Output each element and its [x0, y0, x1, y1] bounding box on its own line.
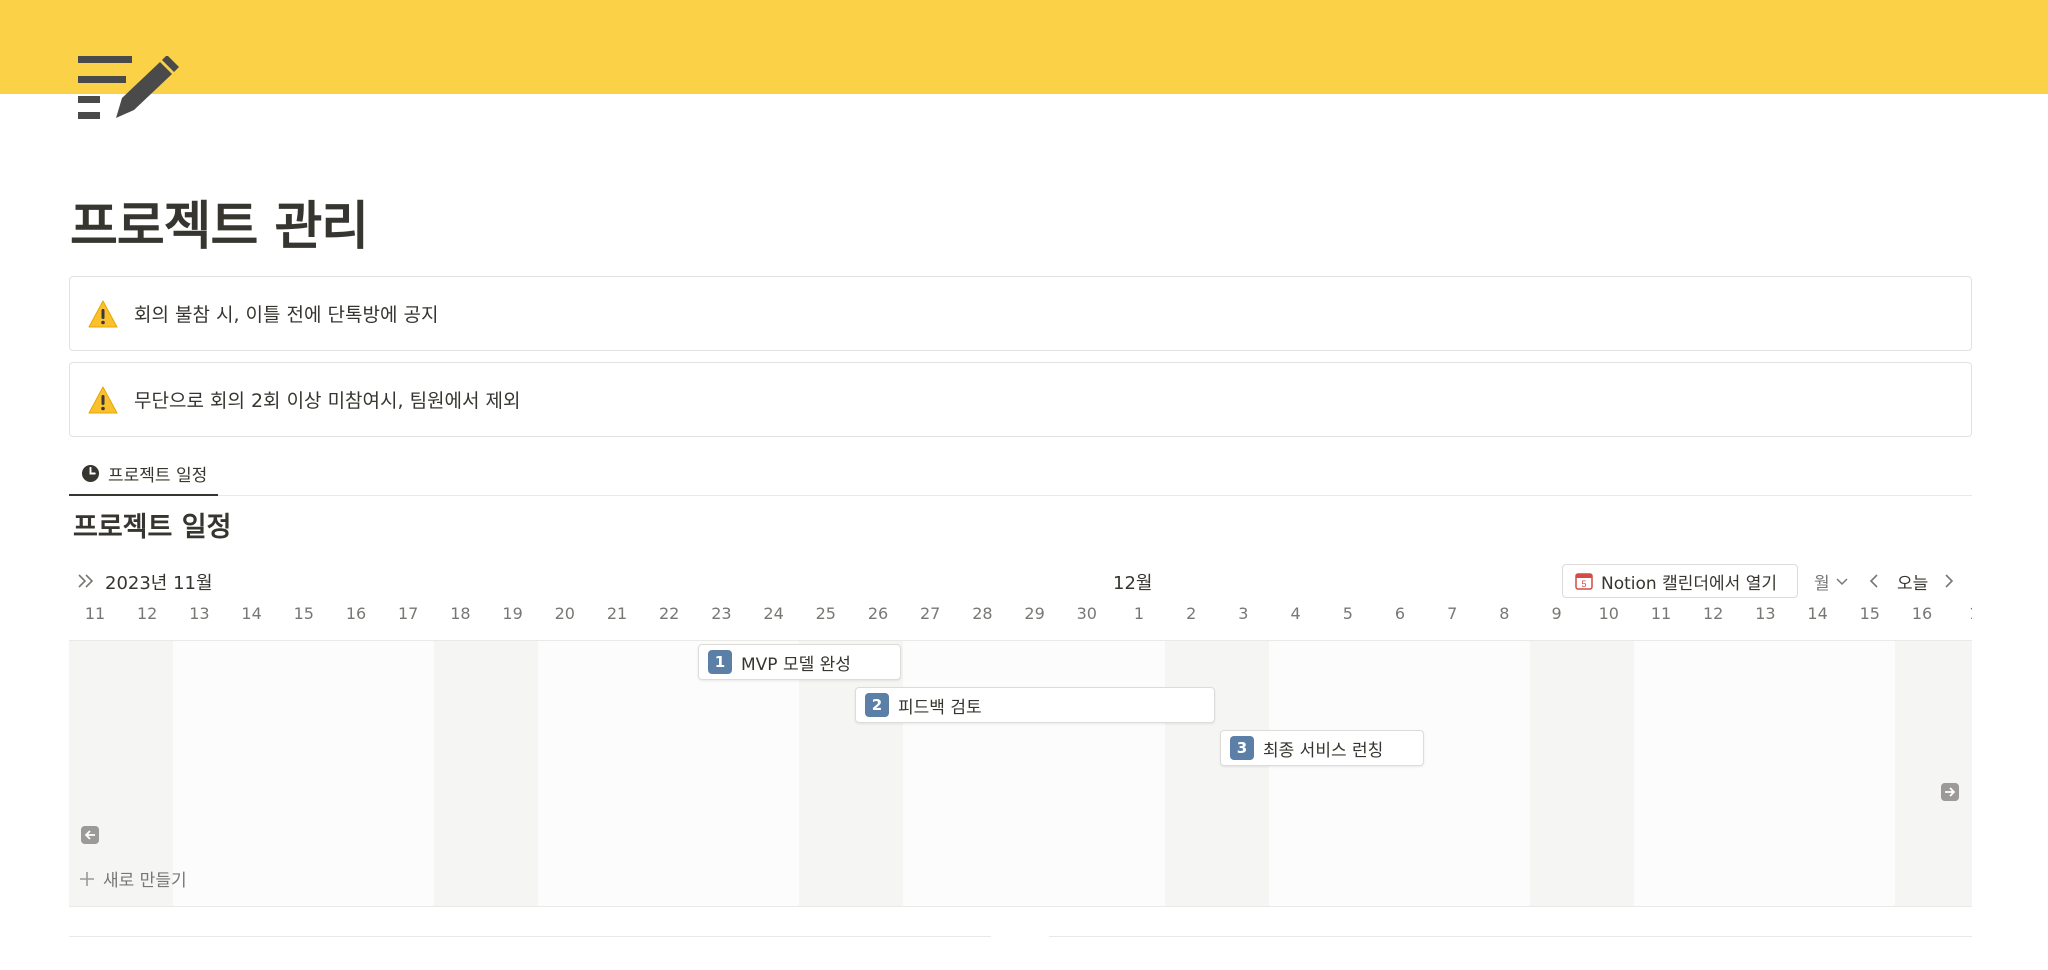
view-scale-select[interactable]: 월 [1814, 569, 1848, 594]
arrow-right-icon[interactable] [1941, 783, 1959, 801]
day-label: 13 [1755, 604, 1776, 623]
callout-text: 무단으로 회의 2회 이상 미참여시, 팀원에서 제외 [134, 390, 521, 412]
day-label: 19 [502, 604, 523, 623]
callout-text: 회의 불참 시, 이틀 전에 단톡방에 공지 [134, 304, 439, 326]
weekend-column [799, 641, 903, 906]
day-label: 1 [1133, 604, 1145, 623]
callout-notice-removal[interactable]: 무단으로 회의 2회 이상 미참여시, 팀원에서 제외 [69, 362, 1972, 437]
notepad-pencil-icon[interactable] [76, 56, 180, 128]
page-cover [0, 0, 2048, 94]
day-label: 28 [972, 604, 993, 623]
day-label: 2 [1186, 604, 1197, 623]
number-two-icon: 2 [865, 693, 889, 717]
day-label: 26 [867, 604, 889, 623]
calendar-icon: 5 [1575, 573, 1593, 590]
weekend-column [434, 641, 538, 906]
item-label: 최종 서비스 런칭 [1263, 740, 1384, 761]
item-label: MVP 모델 완성 [741, 654, 851, 675]
day-label: 23 [711, 604, 732, 623]
month-label-mid: 12월 [1113, 573, 1153, 594]
day-label: 15 [1859, 604, 1880, 623]
arrow-left-icon[interactable] [81, 826, 99, 844]
chevron-right-icon[interactable] [1943, 573, 1955, 589]
divider [69, 936, 991, 937]
day-label: 29 [1024, 604, 1045, 623]
timeline-header: 2023년 11월 12월 5 Notion 캘린더에서 열기 월 오늘 [69, 563, 1972, 599]
calendar-icon-day: 5 [1581, 579, 1586, 589]
day-label: 14 [1807, 604, 1828, 623]
day-label: 11 [84, 604, 106, 623]
timeline-item-launch[interactable]: 3 최종 서비스 런칭 [1220, 730, 1424, 766]
day-label: 5 [1342, 604, 1353, 623]
day-label: 7 [1447, 604, 1458, 623]
double-chevron-right-icon[interactable] [77, 573, 95, 589]
callout-notice-absence[interactable]: 회의 불참 시, 이틀 전에 단톡방에 공지 [69, 276, 1972, 351]
day-label: 24 [763, 604, 784, 623]
day-label: 16 [1911, 604, 1933, 623]
day-label: 22 [659, 604, 680, 623]
day-label: 12 [137, 604, 158, 623]
number-one-icon: 1 [708, 650, 732, 674]
timeline-title[interactable]: 프로젝트 일정 [73, 510, 231, 546]
day-label: 14 [241, 604, 262, 623]
day-label: 20 [554, 604, 575, 623]
item-label: 피드백 검토 [898, 697, 982, 718]
day-label: 3 [1238, 604, 1249, 623]
new-item-button[interactable]: 새로 만들기 [79, 866, 187, 891]
timeline-item-feedback[interactable]: 2 피드백 검토 [855, 687, 1215, 723]
day-label: 8 [1499, 604, 1510, 623]
day-label: 6 [1394, 604, 1406, 623]
tab-label: 프로젝트 일정 [108, 465, 208, 486]
warning-icon [88, 386, 118, 413]
day-label: 25 [815, 604, 836, 623]
chevron-left-icon[interactable] [1868, 573, 1880, 589]
timeline-item-mvp[interactable]: 1 MVP 모델 완성 [698, 644, 901, 680]
day-label: 9 [1551, 604, 1562, 623]
open-notion-calendar-button[interactable]: 5 Notion 캘린더에서 열기 [1562, 564, 1798, 598]
weekend-column [1530, 641, 1634, 906]
day-label: 17 [398, 604, 419, 623]
new-item-label: 새로 만들기 [103, 871, 187, 891]
number-three-icon: 3 [1230, 736, 1254, 760]
day-label: 10 [1598, 604, 1619, 623]
page-title: 프로젝트 관리 [70, 197, 369, 257]
tab-project-schedule[interactable]: 프로젝트 일정 [69, 452, 218, 496]
month-label-left: 2023년 11월 [105, 573, 213, 594]
day-label: 1 [1948, 604, 1972, 623]
day-label: 18 [450, 604, 471, 623]
view-scale-label: 월 [1814, 574, 1830, 594]
day-label: 11 [1650, 604, 1672, 623]
weekend-column [1895, 641, 1972, 906]
view-tab-bar: 프로젝트 일정 [69, 452, 1972, 496]
clock-icon [81, 464, 100, 482]
day-label: 4 [1290, 604, 1301, 623]
today-button[interactable]: 오늘 [1897, 569, 1928, 594]
timeline-grid[interactable]: 1 MVP 모델 완성 2 피드백 검토 3 최종 서비스 런칭 새로 만들기 [69, 640, 1972, 907]
day-label: 15 [293, 604, 314, 623]
weekend-column [1165, 641, 1269, 906]
warning-icon [88, 300, 118, 327]
divider [1049, 936, 1972, 937]
day-label: 21 [606, 604, 628, 623]
timeline-day-labels: 11 12 13 14 15 16 17 18 19 20 21 22 23 24 25 26 27 28 29 30… [69, 604, 1972, 634]
day-label: 16 [345, 604, 367, 623]
day-label: 12 [1703, 604, 1724, 623]
day-label: 27 [920, 604, 941, 623]
chevron-down-icon [1836, 577, 1848, 585]
plus-icon [80, 871, 94, 886]
open-calendar-label: Notion 캘린더에서 열기 [1601, 573, 1777, 594]
day-label: 13 [189, 604, 210, 623]
day-label: 30 [1076, 604, 1097, 623]
